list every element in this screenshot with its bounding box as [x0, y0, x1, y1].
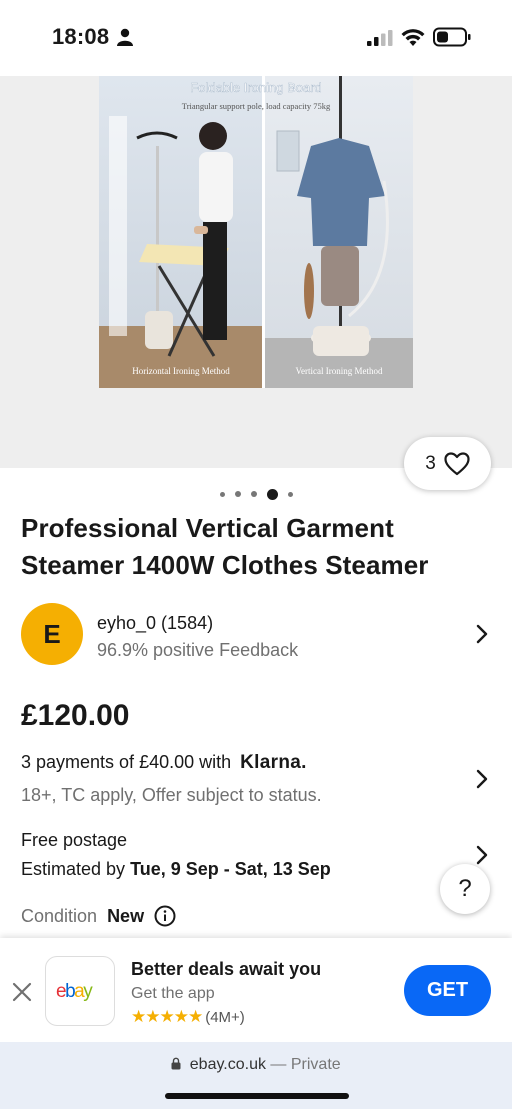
- wifi-icon: [401, 29, 425, 46]
- app-rating: ★★★★★ (4M+): [131, 1007, 245, 1027]
- heart-icon: [444, 451, 470, 475]
- page-dot-active: [266, 488, 278, 500]
- seller-row[interactable]: E eyho_0 (1584) 96.9% positive Feedback: [21, 603, 497, 667]
- image-caption-left: Horizontal Ironing Method: [132, 366, 230, 376]
- status-bar: 18:08: [0, 0, 512, 76]
- rating-count: (4M+): [205, 1008, 245, 1026]
- estimated-dates: Tue, 9 Sep - Sat, 13 Sep: [130, 859, 331, 879]
- page-dot: [250, 491, 257, 497]
- condition-row: Condition New: [21, 905, 176, 927]
- ebay-app-icon: ebay: [45, 956, 115, 1026]
- page-dot: [287, 491, 293, 497]
- status-time: 18:08: [52, 24, 110, 49]
- klarna-logo: Klarna.: [240, 752, 307, 773]
- klarna-text: 3 payments of £40.00 with: [21, 752, 232, 772]
- image-subheading: Triangular support pole, load capacity 7…: [182, 101, 331, 111]
- image-pagination: [0, 487, 512, 501]
- home-indicator[interactable]: [165, 1093, 349, 1099]
- page-dot: [219, 491, 225, 497]
- price: £120.00: [21, 699, 130, 732]
- banner-subtitle: Get the app: [131, 985, 215, 1002]
- chevron-right-icon: [476, 624, 488, 644]
- person-icon: [117, 28, 133, 46]
- help-button[interactable]: ?: [440, 864, 490, 914]
- estimated-prefix: Estimated by: [21, 859, 126, 879]
- seller-feedback: 96.9% positive Feedback: [97, 640, 299, 660]
- private-mode-label: — Private: [270, 1056, 341, 1073]
- delivery-estimate: Estimated by Tue, 9 Sep - Sat, 13 Sep: [21, 859, 331, 880]
- condition-label: Condition: [21, 905, 98, 926]
- app-install-banner: ebay Better deals await you Get the app …: [0, 938, 512, 1042]
- get-app-button[interactable]: GET: [404, 965, 491, 1016]
- klarna-offer[interactable]: 3 payments of £40.00 with Klarna.: [21, 752, 307, 774]
- url-domain: ebay.co.uk: [189, 1056, 266, 1073]
- condition-value: New: [107, 905, 145, 926]
- klarna-note: 18+, TC apply, Offer subject to status.: [21, 785, 322, 805]
- image-heading: Foldable Ironing Board: [190, 80, 322, 95]
- image-caption-right: Vertical Ironing Method: [296, 366, 383, 376]
- chevron-right-icon[interactable]: [475, 768, 489, 790]
- cellular-signal-icon: [367, 30, 393, 46]
- seller-avatar: E: [21, 603, 83, 665]
- chevron-right-icon[interactable]: [475, 844, 489, 866]
- browser-url-bar[interactable]: ebay.co.uk — Private: [0, 1042, 512, 1109]
- url-display[interactable]: ebay.co.uk — Private: [0, 1056, 512, 1074]
- page-dot: [234, 491, 241, 497]
- battery-icon: [433, 27, 471, 47]
- close-icon[interactable]: [12, 982, 32, 1002]
- lock-icon: [171, 1057, 181, 1070]
- ebay-logo: ebay: [56, 981, 95, 1002]
- svg-text:ebay: ebay: [56, 981, 93, 1002]
- seller-name: eyho_0 (1584): [97, 613, 214, 633]
- info-icon[interactable]: [154, 905, 176, 927]
- product-image[interactable]: Horizontal Ironing Method Vertical Ironi…: [99, 76, 413, 388]
- listing-title: Professional Vertical Garment Steamer 14…: [21, 513, 429, 580]
- star-rating-icon: ★★★★★: [131, 1007, 203, 1026]
- postage-label: Free postage: [21, 830, 128, 850]
- banner-title: Better deals await you: [131, 959, 322, 979]
- watchlist-button[interactable]: 3: [404, 437, 491, 490]
- image-gallery[interactable]: Horizontal Ironing Method Vertical Ironi…: [0, 76, 512, 468]
- watch-count: 3: [425, 452, 436, 474]
